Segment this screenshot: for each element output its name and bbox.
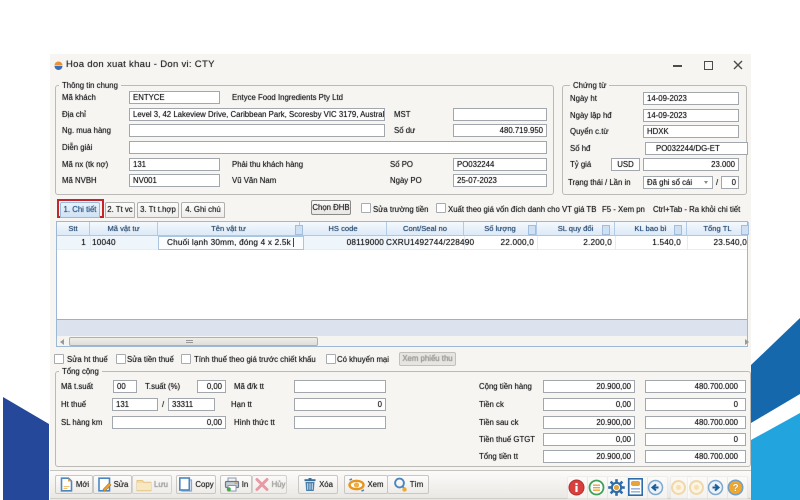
svg-text:?: ? bbox=[732, 483, 738, 494]
